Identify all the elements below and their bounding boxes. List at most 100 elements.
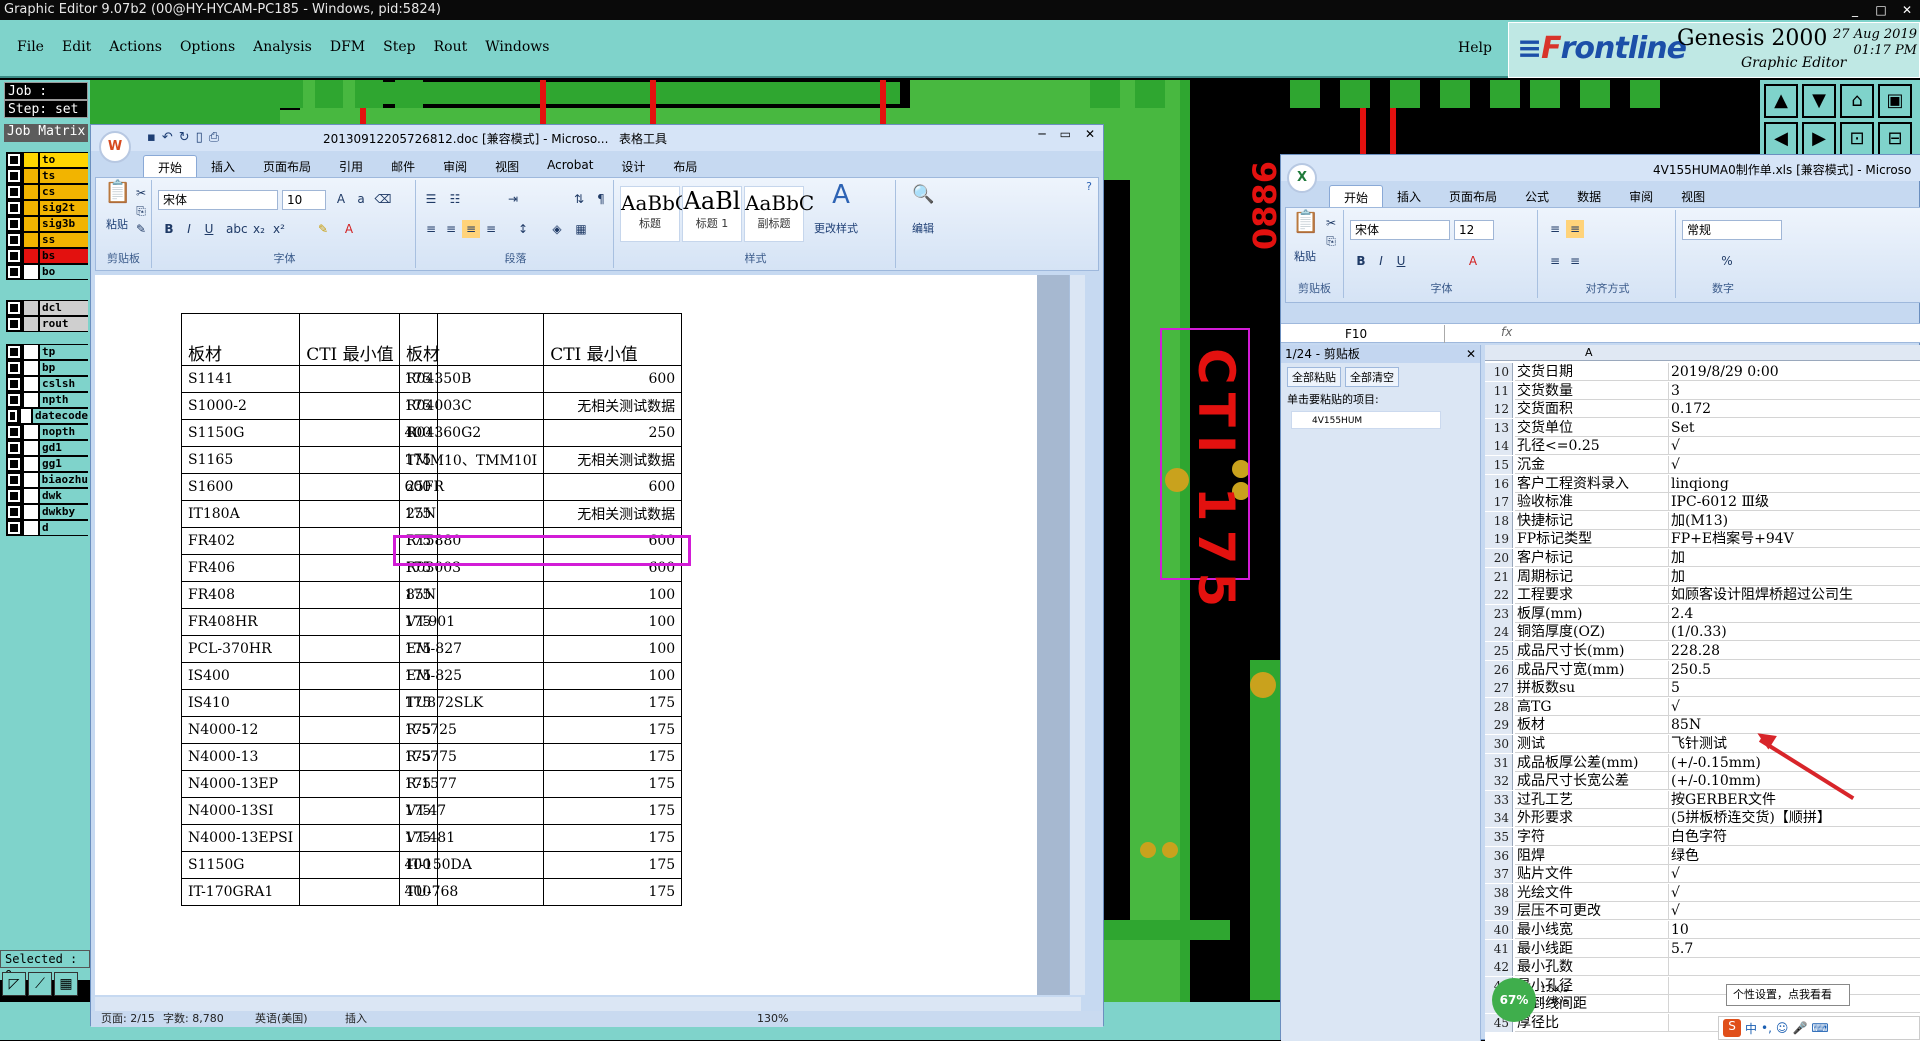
office-button-excel[interactable]: X [1287, 163, 1317, 193]
language[interactable]: 英语(美国) [255, 1011, 308, 1027]
x-tab-home[interactable]: 开始 [1329, 185, 1384, 209]
cti-cell[interactable]: 100 [543, 635, 683, 663]
row-number[interactable]: 10 [1485, 363, 1513, 381]
row-number[interactable]: 41 [1485, 939, 1513, 958]
tool-right-icon[interactable]: ▶ [1802, 122, 1836, 156]
menu-step[interactable]: Step [374, 39, 424, 55]
underline-icon[interactable]: U [200, 220, 218, 238]
cell-label[interactable]: 板材 [1515, 716, 1669, 735]
row-number[interactable]: 40 [1485, 921, 1513, 939]
cell-value[interactable]: 250.5 [1669, 661, 1920, 679]
material-cell[interactable]: 25N [398, 500, 545, 528]
cell-label[interactable]: 贴片文件 [1515, 865, 1669, 884]
material-cell[interactable]: R04003C [398, 392, 545, 420]
x-number-format[interactable]: 常规 [1682, 220, 1782, 240]
ime-keyboard-icon[interactable]: ⌨ [1811, 1021, 1828, 1035]
cti-cell[interactable]: 600 [543, 473, 683, 501]
word-count[interactable]: 字数: 8,780 [163, 1011, 224, 1027]
material-cell[interactable]: R-1577 [398, 770, 545, 798]
cell-value[interactable]: 10 [1669, 921, 1920, 939]
material-cell[interactable]: TU872SLK [398, 689, 545, 717]
row-number[interactable]: 31 [1485, 753, 1513, 772]
material-cell[interactable]: FR408 [180, 581, 301, 609]
cell-label[interactable]: 高TG [1515, 697, 1669, 716]
material-cell[interactable]: S1165 [180, 446, 301, 474]
cell-value[interactable]: 飞针测试 [1669, 735, 1920, 753]
layer-name[interactable]: biaozhu [39, 473, 88, 487]
style-heading1[interactable]: AaBl 标题 1 [682, 186, 742, 242]
vertical-scrollbar[interactable] [1069, 275, 1085, 995]
menu-windows[interactable]: Windows [476, 39, 558, 55]
tab-table-layout[interactable]: 布局 [659, 155, 711, 179]
menu-help[interactable]: Help [1458, 40, 1492, 56]
layer-row-bo[interactable]: bo [6, 264, 88, 280]
cell-value[interactable]: 85N [1669, 716, 1920, 735]
layer-row-dwk[interactable]: dwk [6, 488, 88, 504]
x-tab-view[interactable]: 视图 [1667, 185, 1719, 209]
layer-color-swatch[interactable] [24, 345, 38, 359]
cell-label[interactable]: 外形要求 [1515, 809, 1669, 828]
x-font-name[interactable]: 宋体 [1350, 220, 1450, 240]
layer-color-swatch[interactable] [24, 441, 38, 455]
layer-row-sig2t[interactable]: sig2t [6, 200, 88, 216]
cti-cell[interactable]: 175 [543, 770, 683, 798]
layer-row-ss[interactable]: ss [6, 232, 88, 248]
shading-icon[interactable]: ◈ [548, 220, 566, 238]
material-cell[interactable]: VT-901 [398, 608, 545, 636]
subscript-icon[interactable]: x₂ [250, 220, 268, 238]
layer-color-swatch[interactable] [24, 505, 38, 519]
tool-home-icon[interactable]: ⌂ [1840, 84, 1874, 118]
cell-label[interactable]: 验收标准 [1515, 493, 1669, 512]
cell-label[interactable]: 测试 [1515, 735, 1669, 753]
undo-icon[interactable]: ↶ [162, 130, 173, 145]
layer-row-nopth[interactable]: nopth [6, 424, 88, 440]
format-painter-icon[interactable]: ✎ [132, 220, 150, 238]
layer-row-ts[interactable]: ts [6, 168, 88, 184]
row-number[interactable]: 33 [1485, 790, 1513, 809]
row-number[interactable]: 36 [1485, 846, 1513, 865]
superscript-icon[interactable]: x² [270, 220, 288, 238]
layer-name[interactable]: gg1 [40, 457, 88, 471]
row-number[interactable]: 16 [1485, 474, 1513, 493]
row-number[interactable]: 34 [1485, 809, 1513, 828]
tool-b-icon[interactable]: ⟋ [28, 972, 52, 996]
tab-view[interactable]: 视图 [481, 155, 533, 179]
row-number[interactable]: 12 [1485, 400, 1513, 419]
cell-value[interactable]: FP+E档案号+94V [1669, 530, 1920, 549]
cell-label[interactable]: 最小线距 [1515, 939, 1669, 958]
justify-icon[interactable]: ≡ [482, 220, 500, 238]
x-paste-icon[interactable]: 📋 [1292, 212, 1320, 244]
layer-name[interactable]: sig2t [40, 201, 88, 215]
show-marks-icon[interactable]: ¶ [592, 190, 610, 208]
clipboard-item[interactable]: 4V155HUM [1291, 411, 1441, 429]
layer-row-gg1[interactable]: gg1 [6, 456, 88, 472]
layer-color-swatch[interactable] [24, 265, 38, 279]
layer-name[interactable]: to [40, 153, 88, 167]
sheet-grid[interactable]: A 10 交货日期 2019/8/29 0:00 11 交货数量 3 12 交货面积 0.172… [1485, 345, 1920, 1041]
step-field[interactable]: Step: set [4, 100, 88, 118]
material-cell[interactable]: S1150G [180, 851, 301, 879]
cti-cell[interactable]: 175 [543, 743, 683, 771]
cti-cell[interactable]: 250 [543, 419, 683, 447]
material-cell[interactable]: N4000-13 [180, 743, 301, 771]
font-size-box[interactable]: 10 [282, 190, 326, 210]
cell-value[interactable]: IPC-6012 Ⅲ级 [1669, 493, 1920, 512]
cell-label[interactable]: 成品尺寸宽(mm) [1515, 660, 1669, 679]
row-number[interactable]: 14 [1485, 437, 1513, 456]
cell-value[interactable]: 白色字符 [1669, 828, 1920, 846]
layer-checkbox[interactable] [8, 302, 20, 314]
cell-label[interactable]: 层压不可更改 [1515, 902, 1669, 921]
cell-value[interactable]: (5拼板桥连交货)【顺拼】 [1669, 809, 1920, 828]
tab-insert[interactable]: 插入 [197, 155, 249, 179]
header-material[interactable]: 板材 [180, 313, 301, 366]
clear-all-button[interactable]: 全部清空 [1345, 367, 1399, 387]
header-cti[interactable]: CTI 最小值 [543, 313, 683, 366]
layer-checkbox[interactable] [8, 362, 20, 374]
layer-row-dwkby[interactable]: dwkby [6, 504, 88, 520]
row-number[interactable]: 25 [1485, 642, 1513, 660]
material-cell[interactable]: N4000-12 [180, 716, 301, 744]
layer-checkbox[interactable] [8, 458, 20, 470]
cell-label[interactable]: 工程要求 [1515, 586, 1669, 605]
cti-cell[interactable]: 无相关测试数据 [543, 446, 683, 474]
row-number[interactable]: 22 [1485, 586, 1513, 605]
